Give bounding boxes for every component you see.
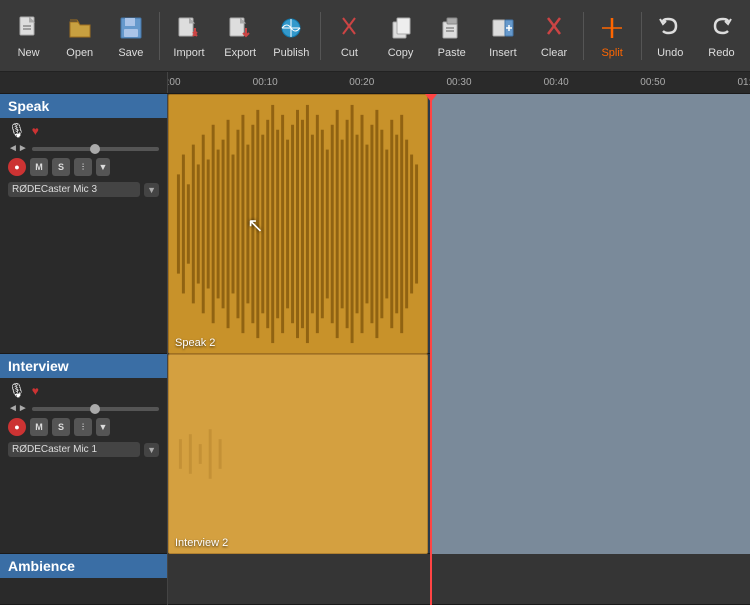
insert-button[interactable]: Insert bbox=[478, 4, 527, 68]
clip-speak[interactable]: ↖ Speak 2 bbox=[168, 94, 428, 354]
ambience-track-title: Ambience bbox=[0, 554, 167, 578]
publish-button[interactable]: Publish bbox=[267, 4, 316, 68]
toolbar: New Open Save bbox=[0, 0, 750, 72]
interview-track-controls: 🎙 ♥ ◄► ● M S ⫶ ▼ RØDECaster Mi bbox=[0, 378, 167, 461]
waveform-speak bbox=[169, 95, 427, 353]
mute-button-speak[interactable]: M bbox=[30, 158, 48, 176]
main-area: Speak 🎙 ♥ ◄► ● M S ⫶ ▼ bbox=[0, 94, 750, 605]
export-label: Export bbox=[224, 47, 256, 59]
clip-label-interview: Interview 2 bbox=[175, 537, 228, 549]
vol-arrows-interview: ◄► bbox=[8, 403, 28, 414]
timeline-track-interview[interactable]: Interview 2 bbox=[168, 354, 750, 554]
timeline-empty-speak-right bbox=[430, 94, 750, 354]
save-button[interactable]: Save bbox=[106, 4, 155, 68]
copy-label: Copy bbox=[388, 47, 414, 59]
split-button[interactable]: Split bbox=[588, 4, 637, 68]
device-arrow-speak[interactable]: ▼ bbox=[144, 183, 159, 197]
import-label: Import bbox=[173, 47, 204, 59]
device-arrow-interview[interactable]: ▼ bbox=[144, 443, 159, 457]
time-mark-6: 01:00 bbox=[737, 77, 750, 88]
separator-1 bbox=[159, 12, 160, 60]
heart-icon-speak: ♥ bbox=[32, 124, 39, 138]
rec-button-interview[interactable]: ● bbox=[8, 418, 26, 436]
publish-label: Publish bbox=[273, 47, 309, 59]
device-name-interview: RØDECaster Mic 1 bbox=[8, 442, 140, 457]
timeline-track-speak[interactable]: ↖ Speak 2 bbox=[168, 94, 750, 354]
undo-label: Undo bbox=[657, 47, 683, 59]
redo-button[interactable]: Redo bbox=[697, 4, 746, 68]
mic-icon-interview: 🎙 bbox=[8, 382, 26, 399]
solo-button-speak[interactable]: S bbox=[52, 158, 70, 176]
save-label: Save bbox=[118, 47, 143, 59]
timeline-track-ambience[interactable] bbox=[168, 554, 750, 605]
speak-track-controls: 🎙 ♥ ◄► ● M S ⫶ ▼ RØDECaster Mi bbox=[0, 118, 167, 201]
redo-label: Redo bbox=[708, 47, 734, 59]
dropdown-interview[interactable]: ▼ bbox=[96, 418, 110, 436]
new-label: New bbox=[18, 47, 40, 59]
mic-icon-speak: 🎙 bbox=[8, 122, 26, 139]
timeline-header: 00:00 00:10 00:20 00:30 00:40 00:50 01:0… bbox=[0, 72, 750, 94]
rec-button-speak[interactable]: ● bbox=[8, 158, 26, 176]
mute-button-interview[interactable]: M bbox=[30, 418, 48, 436]
undo-button[interactable]: Undo bbox=[646, 4, 695, 68]
time-mark-2: 00:20 bbox=[349, 77, 374, 88]
eq-button-speak[interactable]: ⫶ bbox=[74, 158, 92, 176]
separator-3 bbox=[583, 12, 584, 60]
cut-label: Cut bbox=[341, 47, 358, 59]
open-label: Open bbox=[66, 47, 93, 59]
insert-label: Insert bbox=[489, 47, 517, 59]
copy-button[interactable]: Copy bbox=[376, 4, 425, 68]
time-mark-5: 00:50 bbox=[640, 77, 665, 88]
solo-button-interview[interactable]: S bbox=[52, 418, 70, 436]
dropdown-speak[interactable]: ▼ bbox=[96, 158, 110, 176]
vol-arrows-speak: ◄► bbox=[8, 143, 28, 154]
track-label-speak: Speak 🎙 ♥ ◄► ● M S ⫶ ▼ bbox=[0, 94, 167, 354]
time-mark-0: 00:00 bbox=[168, 77, 181, 88]
track-label-interview: Interview 🎙 ♥ ◄► ● M S ⫶ ▼ bbox=[0, 354, 167, 554]
cut-button[interactable]: Cut bbox=[325, 4, 374, 68]
time-mark-4: 00:40 bbox=[544, 77, 569, 88]
speak-track-title: Speak bbox=[0, 94, 167, 118]
paste-button[interactable]: Paste bbox=[427, 4, 476, 68]
new-button[interactable]: New bbox=[4, 4, 53, 68]
waveform-interview bbox=[169, 355, 427, 553]
heart-icon-interview: ♥ bbox=[32, 384, 39, 398]
time-ruler: 00:00 00:10 00:20 00:30 00:40 00:50 01:0… bbox=[168, 72, 750, 93]
time-mark-3: 00:30 bbox=[446, 77, 471, 88]
clip-interview[interactable]: Interview 2 bbox=[168, 354, 428, 554]
interview-track-title: Interview bbox=[0, 354, 167, 378]
time-mark-1: 00:10 bbox=[253, 77, 278, 88]
paste-label: Paste bbox=[438, 47, 466, 59]
eq-button-interview[interactable]: ⫶ bbox=[74, 418, 92, 436]
open-button[interactable]: Open bbox=[55, 4, 104, 68]
clip-label-speak: Speak 2 bbox=[175, 337, 215, 349]
volume-slider-speak[interactable] bbox=[32, 147, 159, 151]
timeline-content: ↖ Speak 2 bbox=[168, 94, 750, 605]
separator-4 bbox=[641, 12, 642, 60]
export-button[interactable]: Export bbox=[216, 4, 265, 68]
split-label: Split bbox=[601, 47, 622, 59]
import-button[interactable]: Import bbox=[164, 4, 213, 68]
track-list: Speak 🎙 ♥ ◄► ● M S ⫶ ▼ bbox=[0, 94, 168, 605]
track-labels-header bbox=[0, 72, 168, 93]
clear-label: Clear bbox=[541, 47, 567, 59]
volume-slider-interview[interactable] bbox=[32, 407, 159, 411]
clear-button[interactable]: Clear bbox=[529, 4, 578, 68]
separator-2 bbox=[320, 12, 321, 60]
device-name-speak: RØDECaster Mic 3 bbox=[8, 182, 140, 197]
track-label-ambience: Ambience bbox=[0, 554, 167, 605]
timeline-empty-interview-right bbox=[430, 354, 750, 554]
